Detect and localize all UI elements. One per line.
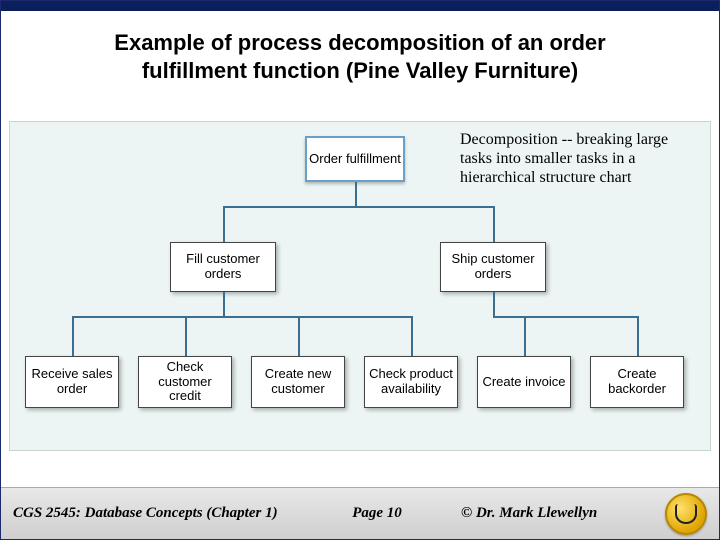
slide-title: Example of process decomposition of an o…	[1, 11, 719, 94]
connector	[637, 316, 639, 356]
connector	[493, 292, 495, 316]
top-accent-bar	[1, 1, 719, 11]
title-line-2: fulfillment function (Pine Valley Furnit…	[142, 58, 578, 83]
slide-footer: CGS 2545: Database Concepts (Chapter 1) …	[1, 487, 719, 539]
annotation-text: Decomposition -- breaking large tasks in…	[460, 130, 685, 188]
slide: Example of process decomposition of an o…	[0, 0, 720, 540]
node-mid-0: Fill customer orders	[170, 242, 276, 292]
node-leaf-0: Receive sales order	[25, 356, 119, 408]
connector	[185, 316, 187, 356]
title-line-1: Example of process decomposition of an o…	[114, 30, 605, 55]
decomposition-chart: Decomposition -- breaking large tasks in…	[9, 121, 711, 451]
connector	[72, 316, 74, 356]
connector	[493, 206, 495, 242]
footer-page: Page 10	[317, 505, 437, 522]
connector	[223, 206, 495, 208]
node-leaf-4: Create invoice	[477, 356, 571, 408]
connector	[223, 206, 225, 242]
node-mid-1: Ship customer orders	[440, 242, 546, 292]
connector	[72, 316, 413, 318]
footer-course: CGS 2545: Database Concepts (Chapter 1)	[13, 505, 293, 522]
node-leaf-3: Check product availability	[364, 356, 458, 408]
node-leaf-2: Create new customer	[251, 356, 345, 408]
connector	[411, 316, 413, 356]
node-root: Order fulfillment	[305, 136, 405, 182]
title-text: Example of process decomposition of an o…	[61, 29, 659, 84]
connector	[355, 182, 357, 206]
connector	[223, 292, 225, 316]
node-leaf-5: Create backorder	[590, 356, 684, 408]
connector	[298, 316, 300, 356]
connector	[493, 316, 526, 318]
ucf-logo-icon	[665, 493, 707, 535]
node-leaf-1: Check customer credit	[138, 356, 232, 408]
footer-copyright: © Dr. Mark Llewellyn	[461, 505, 641, 522]
connector	[524, 316, 526, 356]
